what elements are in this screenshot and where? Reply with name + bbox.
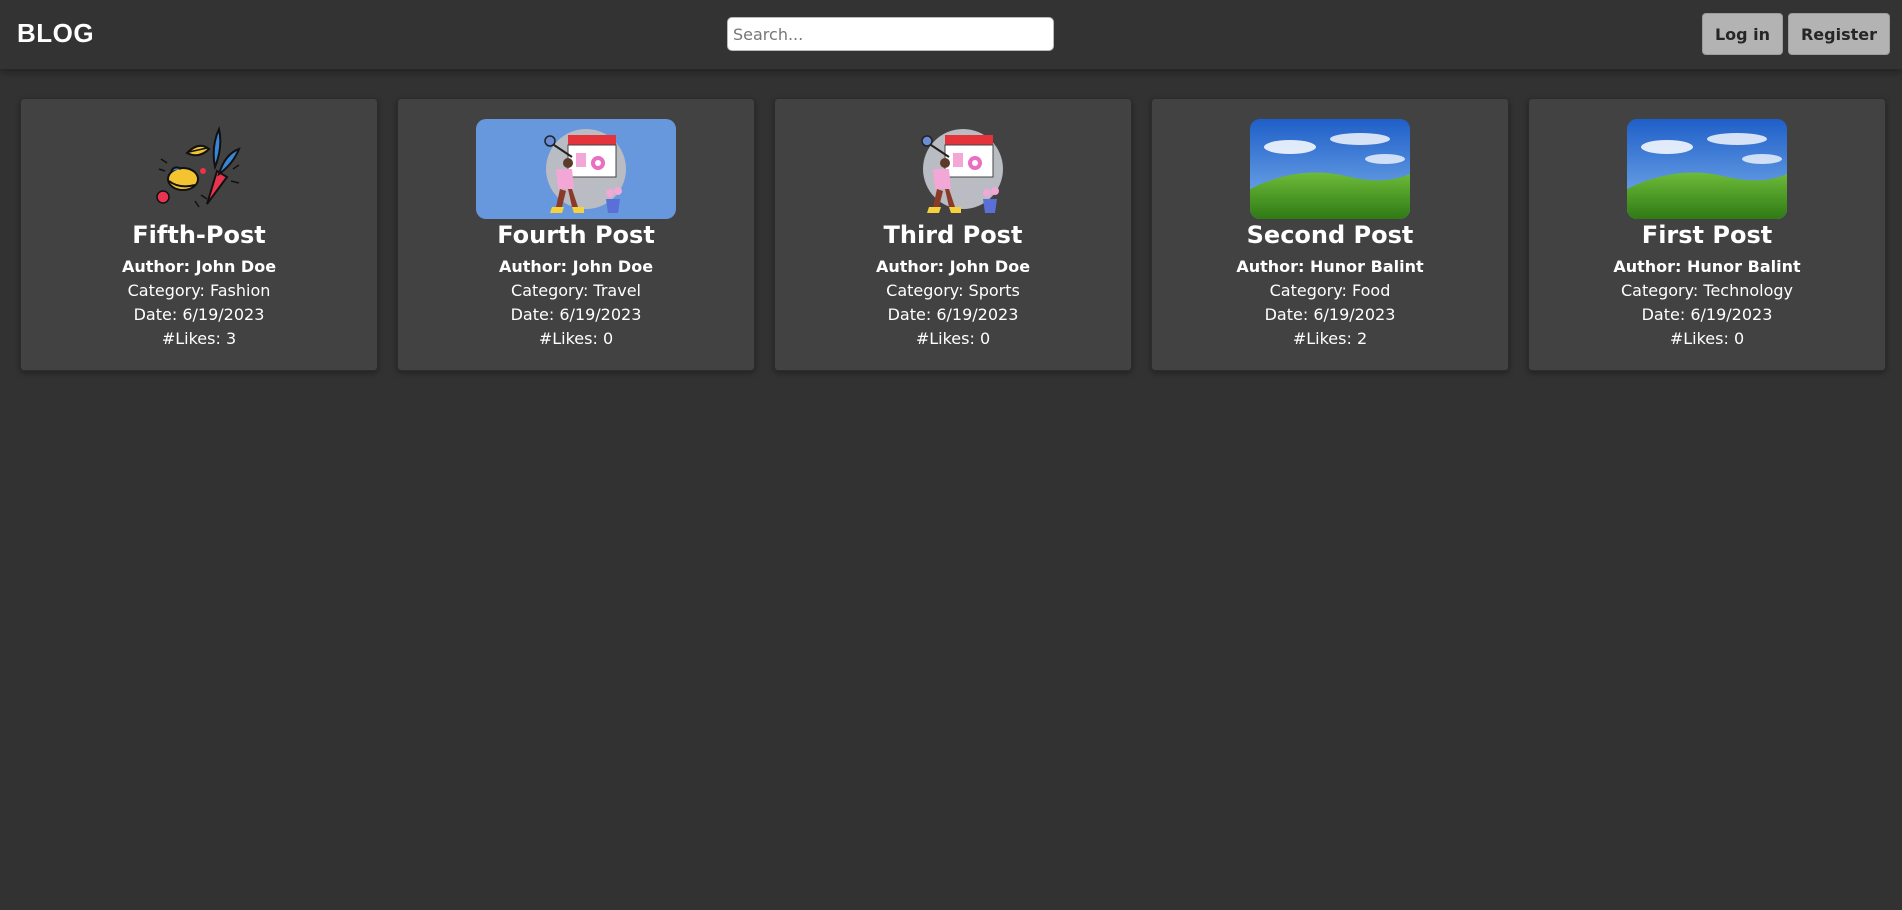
post-category: Category: Fashion [127, 281, 271, 300]
painter-illustration-icon [921, 129, 1003, 213]
register-button[interactable]: Register [1788, 13, 1890, 55]
search-input[interactable] [727, 17, 1054, 51]
post-author: Author: John Doe [498, 257, 654, 276]
post-category: Category: Travel [511, 281, 641, 300]
landscape-image [1627, 119, 1787, 219]
post-card[interactable]: Second Post Author: Hunor Balint Categor… [1151, 98, 1509, 371]
post-thumbnail[interactable] [903, 119, 1003, 219]
post-author: Author: John Doe [121, 257, 277, 276]
post-category: Category: Sports [886, 281, 1020, 300]
post-title[interactable]: Fourth Post [398, 221, 754, 249]
post-thumbnail[interactable] [1627, 119, 1787, 219]
post-thumbnail[interactable] [149, 119, 249, 219]
landscape-image [1250, 119, 1410, 219]
brand-logo[interactable]: BLOG [17, 18, 94, 49]
post-card[interactable]: Fourth Post Author: John Doe Category: T… [397, 98, 755, 371]
post-title[interactable]: Fifth-Post [21, 221, 377, 249]
login-button[interactable]: Log in [1702, 13, 1783, 55]
post-title[interactable]: First Post [1529, 221, 1885, 249]
post-date: Date: 6/19/2023 [1264, 305, 1396, 324]
post-author: Author: John Doe [875, 257, 1031, 276]
post-date: Date: 6/19/2023 [133, 305, 265, 324]
post-category: Category: Technology [1620, 281, 1794, 300]
post-likes: #Likes: 2 [1292, 329, 1368, 348]
post-likes: #Likes: 0 [1669, 329, 1745, 348]
post-likes: #Likes: 3 [161, 329, 237, 348]
post-date: Date: 6/19/2023 [1641, 305, 1773, 324]
post-card[interactable]: Fifth-Post Author: John Doe Category: Fa… [20, 98, 378, 371]
fashion-illustration-icon [156, 125, 241, 208]
post-card[interactable]: Third Post Author: John Doe Category: Sp… [774, 98, 1132, 371]
post-author: Author: Hunor Balint [1613, 257, 1801, 276]
post-thumbnail[interactable] [1250, 119, 1410, 219]
post-likes: #Likes: 0 [538, 329, 614, 348]
post-thumbnail[interactable] [476, 119, 676, 219]
post-category: Category: Food [1269, 281, 1391, 300]
post-date: Date: 6/19/2023 [887, 305, 1019, 324]
post-title[interactable]: Third Post [775, 221, 1131, 249]
post-card[interactable]: First Post Author: Hunor Balint Category… [1528, 98, 1886, 371]
post-author: Author: Hunor Balint [1236, 257, 1424, 276]
post-title[interactable]: Second Post [1152, 221, 1508, 249]
top-navbar: BLOG Log in Register [0, 0, 1902, 69]
post-date: Date: 6/19/2023 [510, 305, 642, 324]
painter-illustration-icon [544, 129, 626, 213]
post-likes: #Likes: 0 [915, 329, 991, 348]
